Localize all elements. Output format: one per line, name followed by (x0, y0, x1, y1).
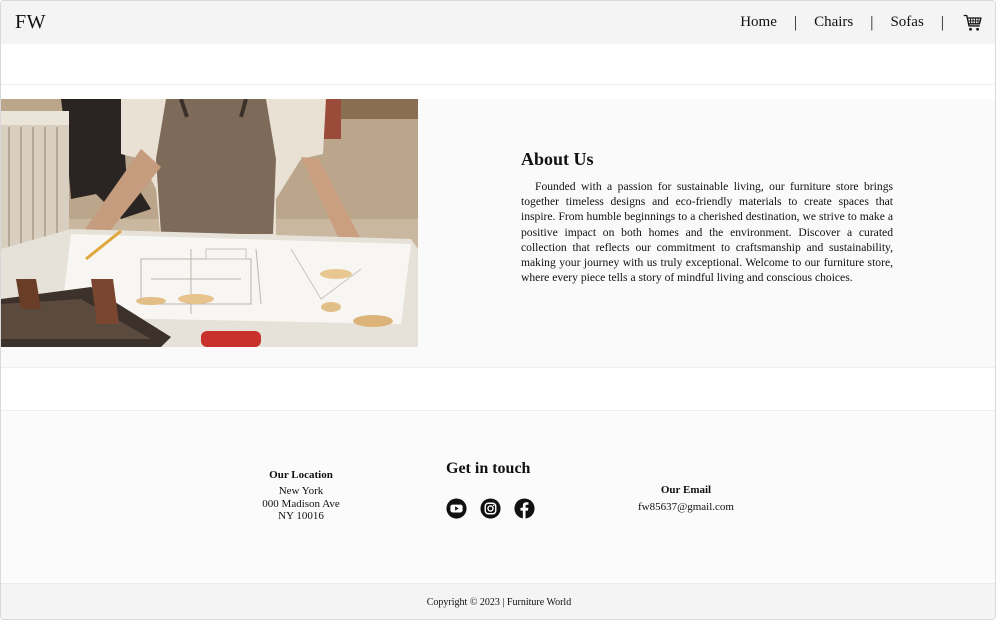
nav-link-sofas[interactable]: Sofas (890, 14, 923, 31)
about-section: About Us Founded with a passion for sust… (1, 99, 995, 367)
page-frame: FW Home | Chairs | Sofas | About Us Foun… (0, 0, 996, 620)
about-title: About Us (521, 149, 594, 169)
nav-separator: | (940, 13, 944, 31)
nav-separator: | (870, 13, 874, 31)
about-body: Founded with a passion for sustainable l… (521, 180, 893, 285)
youtube-icon[interactable] (446, 498, 467, 519)
workbench-photo (1, 99, 418, 347)
nav-links: Home | Chairs | Sofas | (740, 13, 983, 33)
footer: Our Location New York 000 Madison Ave NY… (1, 411, 995, 583)
location-city: New York (278, 484, 324, 497)
nav-link-home[interactable]: Home (740, 14, 777, 31)
shopping-cart-icon[interactable] (963, 13, 983, 33)
email-block: Our Email fw85637@gmail.com (631, 483, 741, 514)
about-photo (1, 99, 418, 347)
email-address[interactable]: fw85637@gmail.com (631, 500, 741, 514)
email-title: Our Email (660, 484, 712, 496)
facebook-icon[interactable] (514, 498, 535, 519)
top-navbar: FW Home | Chairs | Sofas | (1, 1, 995, 44)
instagram-icon[interactable] (480, 498, 501, 519)
section-divider (1, 367, 995, 368)
site-logo[interactable]: FW (15, 11, 46, 34)
copyright-bar: Copyright © 2023 | Furniture World (1, 583, 995, 619)
get-in-touch-block: Get in touch (446, 460, 535, 519)
location-title: Our Location (269, 469, 333, 481)
location-zip: NY 10016 (278, 510, 324, 523)
section-divider (1, 84, 995, 85)
location-block: Our Location New York 000 Madison Ave NY… (251, 469, 351, 523)
get-in-touch-title: Get in touch (446, 460, 531, 477)
nav-link-chairs[interactable]: Chairs (814, 14, 853, 31)
nav-separator: | (793, 13, 798, 31)
social-links (446, 498, 535, 519)
copyright-text: Copyright © 2023 | Furniture World (426, 597, 572, 608)
location-street: 000 Madison Ave (262, 497, 340, 510)
about-text: About Us Founded with a passion for sust… (521, 149, 893, 285)
